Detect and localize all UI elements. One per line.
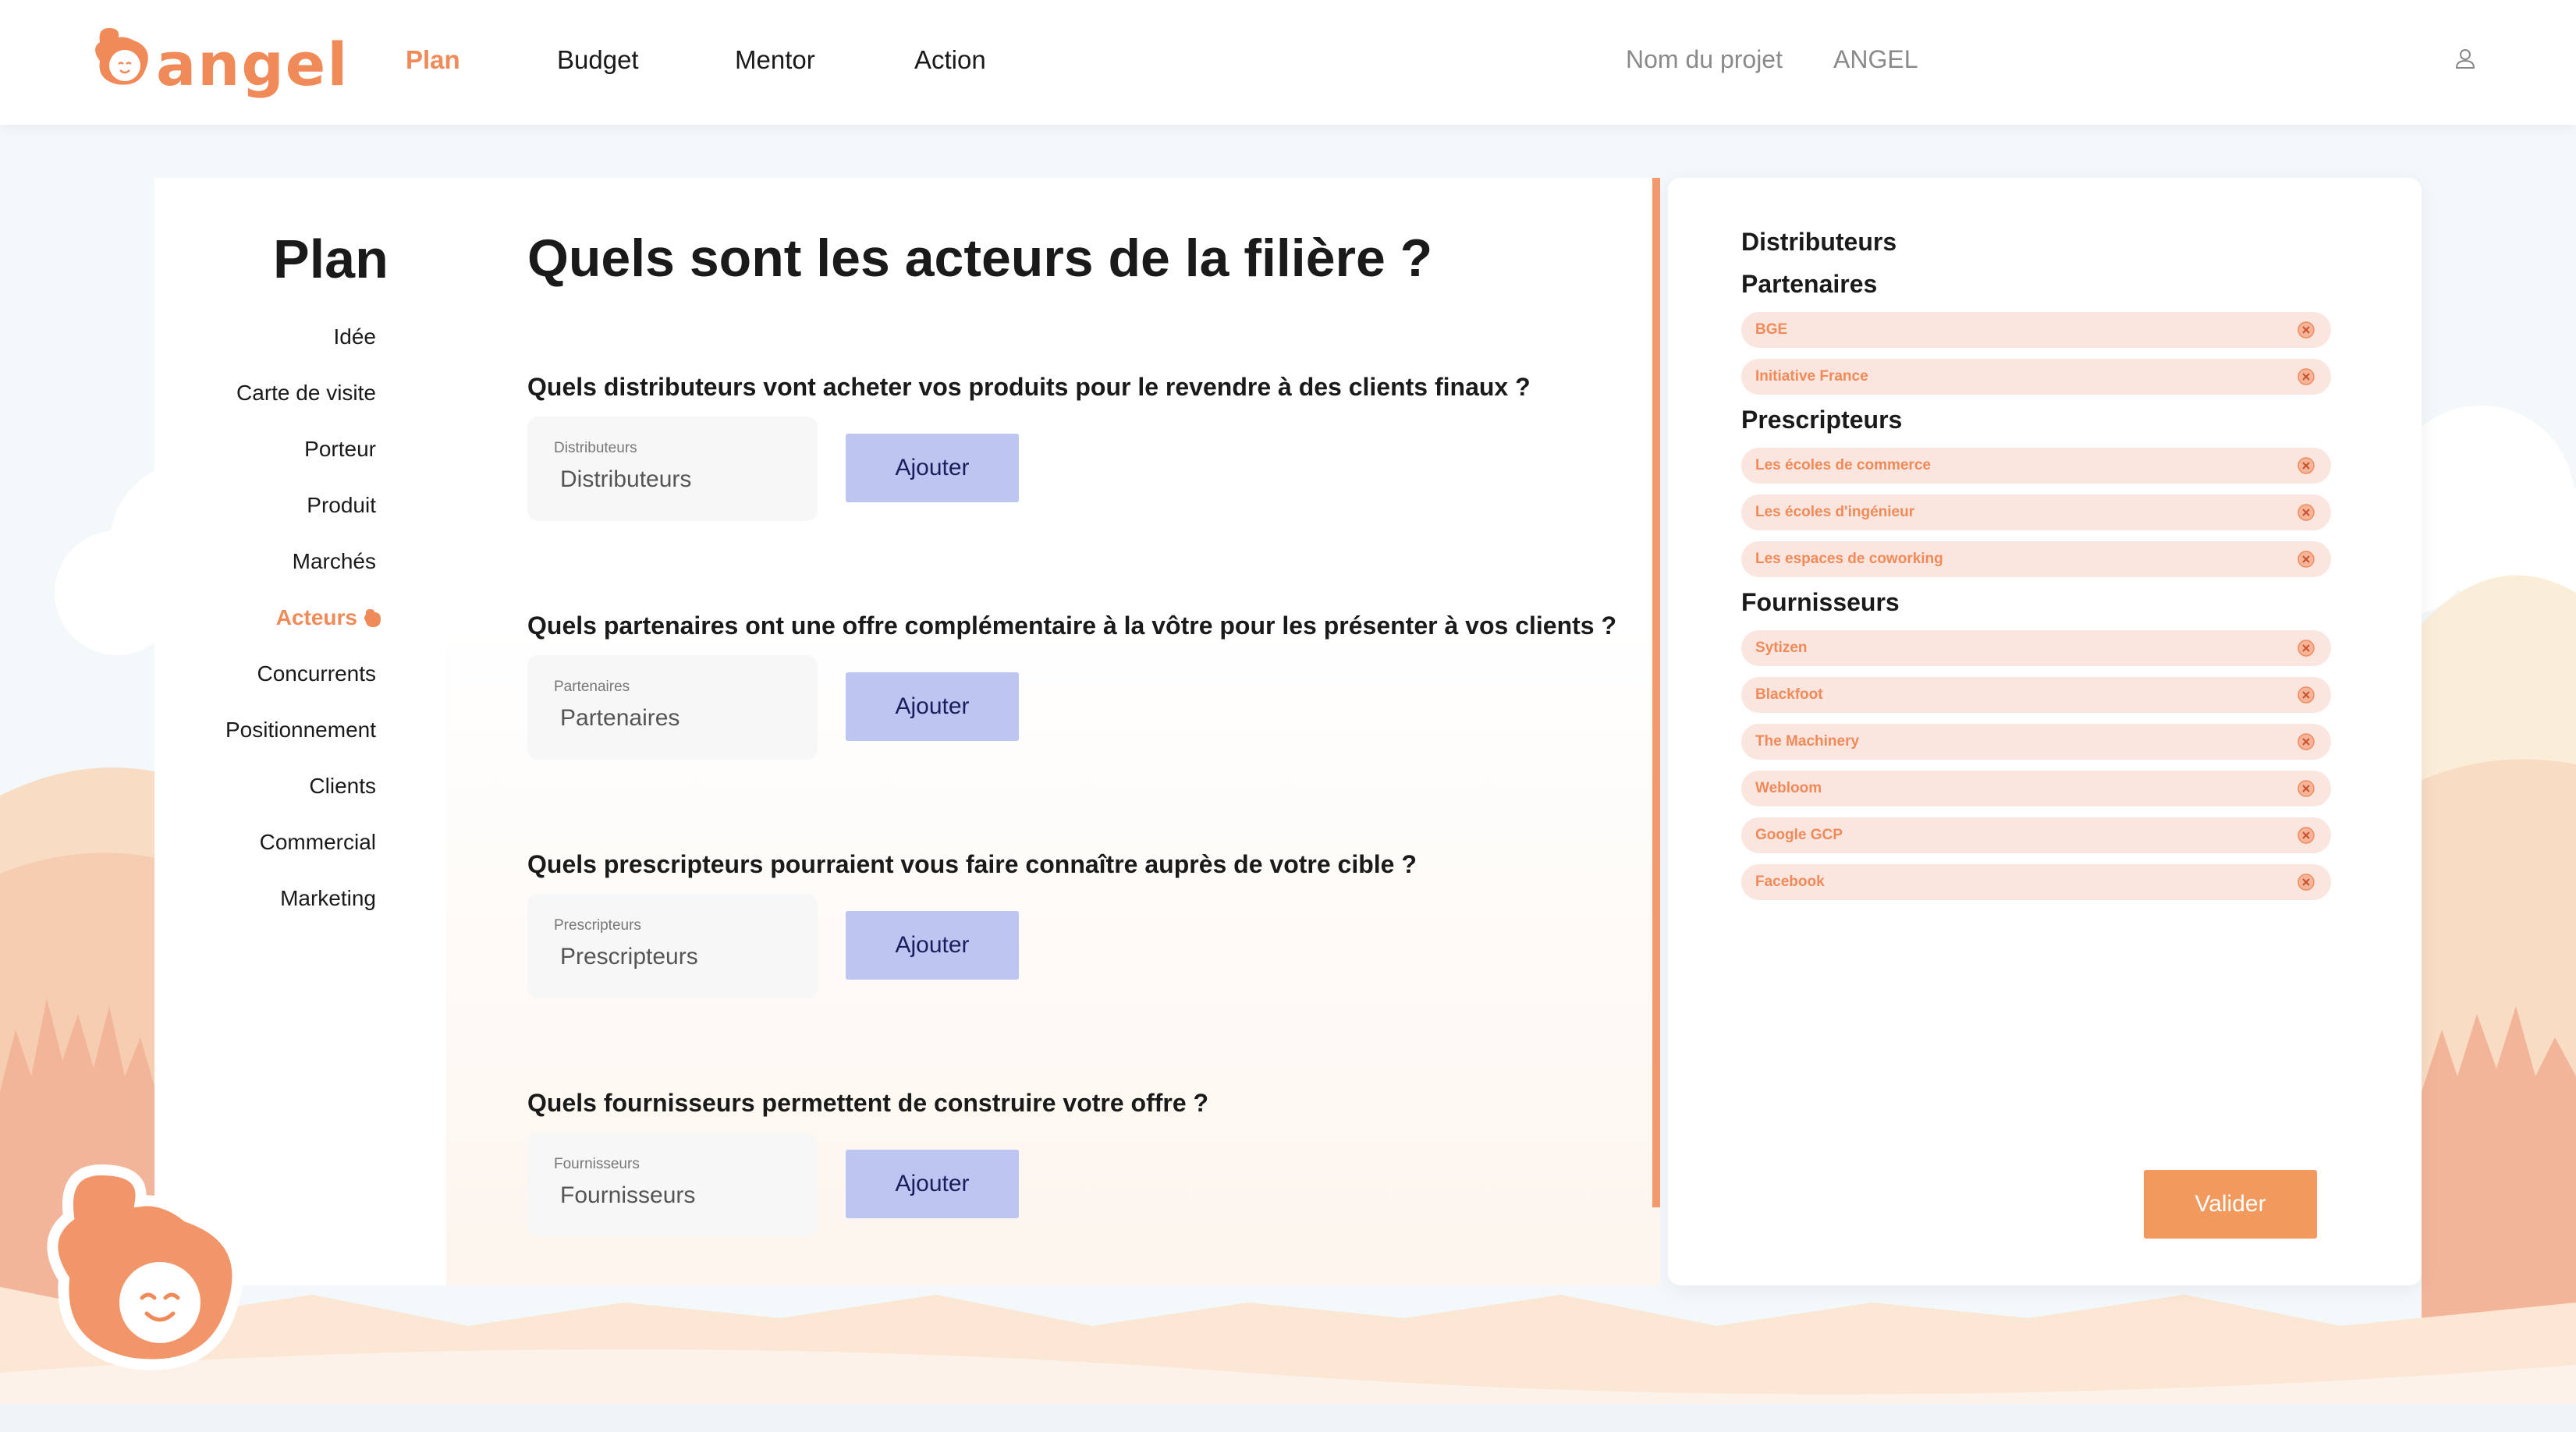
mascot-assistant-icon[interactable]: [47, 1154, 250, 1388]
sidebar-title: Plan: [273, 229, 389, 289]
field-label: Partenaires: [554, 679, 630, 695]
angel-logo[interactable]: angel: [94, 25, 347, 99]
chip-prescripteur: Les espaces de coworking: [1741, 541, 2331, 577]
sidebar-item-produit[interactable]: Produit: [307, 493, 376, 518]
chip-label: Webloom: [1755, 780, 1822, 796]
field-placeholder: Prescripteurs: [560, 944, 698, 969]
sidebar-item-clients[interactable]: Clients: [309, 774, 376, 799]
chip-partenaire: BGE: [1741, 312, 2331, 348]
summary-heading-partenaires: Partenaires: [1741, 270, 1878, 298]
remove-icon[interactable]: [2297, 550, 2315, 569]
field-placeholder: Fournisseurs: [560, 1182, 696, 1208]
nav-budget[interactable]: Budget: [557, 45, 639, 75]
project-name[interactable]: ANGEL: [1833, 45, 1918, 74]
page-title: Quels sont les acteurs de la filière ?: [527, 229, 1433, 288]
sidebar-item-marches[interactable]: Marchés: [293, 549, 376, 574]
remove-icon[interactable]: [2297, 826, 2315, 845]
summary-heading-distributeurs: Distributeurs: [1741, 228, 1897, 256]
nav-mentor[interactable]: Mentor: [735, 45, 815, 75]
chip-label: Les espaces de coworking: [1755, 551, 1943, 567]
question-distributeurs: Quels distributeurs vont acheter vos pro…: [527, 373, 1531, 401]
chip-partenaire: Initiative France: [1741, 359, 2331, 395]
sidebar-item-concurrents[interactable]: Concurrents: [257, 661, 376, 686]
remove-icon[interactable]: [2297, 639, 2315, 658]
add-partenaire-button[interactable]: Ajouter: [846, 672, 1019, 741]
chip-prescripteur: Les écoles de commerce: [1741, 448, 2331, 484]
chip-label: BGE: [1755, 321, 1788, 338]
field-placeholder: Distributeurs: [560, 466, 692, 492]
remove-icon[interactable]: [2297, 367, 2315, 386]
chip-label: Google GCP: [1755, 827, 1843, 843]
chip-label: Facebook: [1755, 874, 1825, 890]
field-label: Distributeurs: [554, 440, 637, 456]
field-label: Prescripteurs: [554, 917, 641, 934]
chip-label: Sytizen: [1755, 640, 1808, 656]
angel-mascot-icon: [95, 28, 148, 85]
chip-fournisseur: Google GCP: [1741, 817, 2331, 853]
sidebar-item-commercial[interactable]: Commercial: [260, 830, 376, 855]
partenaires-input[interactable]: Partenaires Partenaires: [527, 655, 818, 760]
validate-button[interactable]: Valider: [2144, 1170, 2317, 1239]
remove-icon[interactable]: [2297, 456, 2315, 475]
remove-icon[interactable]: [2297, 779, 2315, 798]
remove-icon[interactable]: [2297, 686, 2315, 704]
add-distributeur-button[interactable]: Ajouter: [846, 434, 1019, 502]
question-prescripteurs: Quels prescripteurs pourraient vous fair…: [527, 850, 1417, 878]
active-marker-icon: [364, 609, 381, 627]
project-label: Nom du projet: [1626, 45, 1783, 73]
sidebar-item-porteur[interactable]: Porteur: [304, 437, 376, 462]
sidebar-item-carte-de-visite[interactable]: Carte de visite: [236, 381, 376, 406]
user-icon[interactable]: [2454, 47, 2477, 70]
logo-text: angel: [156, 30, 349, 99]
sidebar-item-positionnement[interactable]: Positionnement: [225, 718, 376, 743]
prescripteurs-input[interactable]: Prescripteurs Prescripteurs: [527, 894, 818, 998]
chip-label: Initiative France: [1755, 368, 1868, 385]
chip-label: The Machinery: [1755, 733, 1860, 750]
chip-fournisseur: Facebook: [1741, 864, 2331, 900]
summary-heading-prescripteurs: Prescripteurs: [1741, 406, 1903, 434]
chip-fournisseur: Webloom: [1741, 771, 2331, 806]
chip-fournisseur: Blackfoot: [1741, 677, 2331, 713]
add-prescripteur-button[interactable]: Ajouter: [846, 911, 1019, 980]
chip-fournisseur: The Machinery: [1741, 724, 2331, 760]
remove-icon[interactable]: [2297, 732, 2315, 751]
scroll-indicator-bar[interactable]: [1652, 178, 1660, 1207]
nav-plan[interactable]: Plan: [406, 45, 460, 75]
remove-icon[interactable]: [2297, 873, 2315, 891]
remove-icon[interactable]: [2297, 503, 2315, 522]
chip-prescripteur: Les écoles d'ingénieur: [1741, 494, 2331, 530]
remove-icon[interactable]: [2297, 321, 2315, 339]
field-label: Fournisseurs: [554, 1156, 640, 1172]
chip-label: Les écoles de commerce: [1755, 457, 1931, 473]
sidebar-item-idee[interactable]: Idée: [334, 324, 377, 349]
chip-label: Les écoles d'ingénieur: [1755, 504, 1915, 520]
sidebar-item-label: Acteurs: [275, 605, 357, 629]
question-partenaires: Quels partenaires ont une offre compléme…: [527, 611, 1616, 640]
add-fournisseur-button[interactable]: Ajouter: [846, 1150, 1019, 1218]
chip-fournisseur: Sytizen: [1741, 630, 2331, 666]
field-placeholder: Partenaires: [560, 705, 680, 731]
distributeurs-input[interactable]: Distributeurs Distributeurs: [527, 416, 818, 521]
top-navigation-bar: angel Plan Budget Mentor Action Nom du p…: [0, 0, 2576, 125]
summary-heading-fournisseurs: Fournisseurs: [1741, 588, 1900, 616]
chip-label: Blackfoot: [1755, 686, 1823, 703]
sidebar-item-marketing[interactable]: Marketing: [280, 886, 376, 911]
fournisseurs-input[interactable]: Fournisseurs Fournisseurs: [527, 1132, 818, 1237]
nav-action[interactable]: Action: [914, 45, 986, 75]
question-fournisseurs: Quels fournisseurs permettent de constru…: [527, 1089, 1209, 1117]
sidebar-item-acteurs[interactable]: Acteurs: [276, 605, 382, 630]
